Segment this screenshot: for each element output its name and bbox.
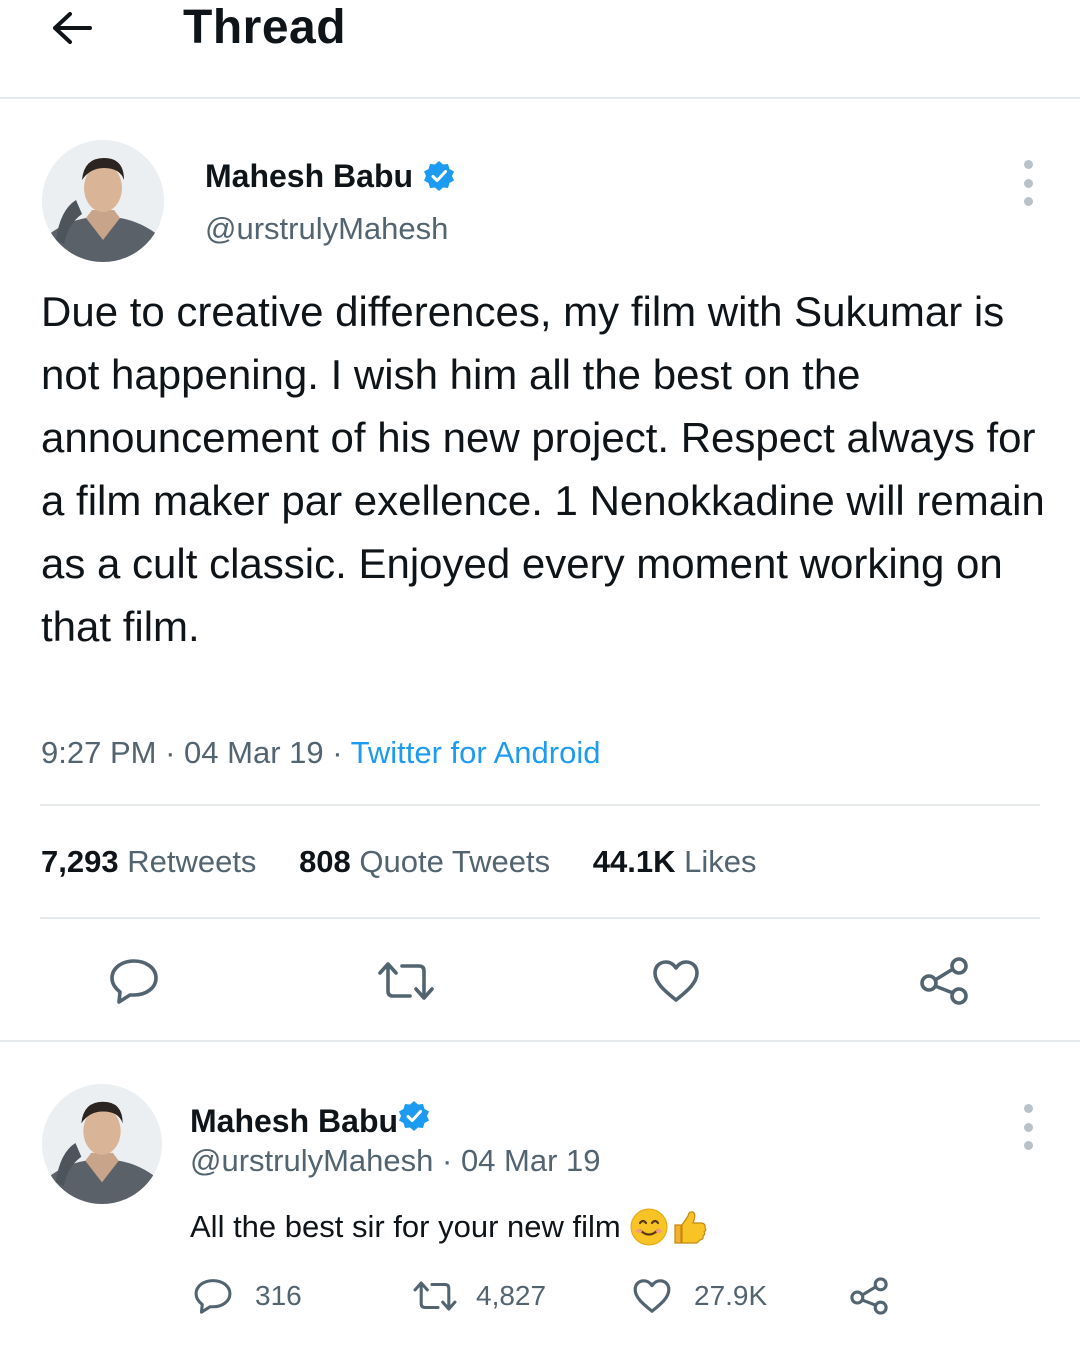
quotes-count: 808 (299, 844, 351, 879)
like-button[interactable] (646, 954, 706, 1008)
profile-photo (42, 1084, 162, 1204)
author-name[interactable]: Mahesh Babu (205, 156, 455, 196)
share-icon (850, 1277, 888, 1315)
retweets-label: Retweets (127, 844, 257, 879)
verified-badge-icon (423, 160, 455, 192)
tweet-meta: 9:27 PM · 04 Mar 19 · Twitter for Androi… (41, 732, 600, 774)
divider (40, 804, 1040, 806)
share-icon (920, 957, 968, 1005)
retweet-icon (413, 1281, 457, 1311)
page-title: Thread (183, 1, 347, 54)
reply-like-button[interactable]: 27.9K (632, 1273, 767, 1319)
thread-header: Thread (0, 0, 1080, 99)
like-count: 27.9K (694, 1280, 768, 1311)
tweet-source-link[interactable]: Twitter for Android (351, 735, 601, 770)
reply-icon (194, 1279, 232, 1314)
reply-text: All the best sir for your new film (190, 1206, 709, 1248)
retweet-button[interactable] (374, 954, 438, 1008)
reply-date: · 04 Mar 19 (433, 1143, 601, 1178)
reply-reply-button[interactable]: 316 (193, 1273, 302, 1319)
arrow-left-icon (53, 12, 92, 44)
reply-more-options-icon[interactable] (1018, 1104, 1038, 1150)
tweet-time: 9:27 PM (41, 735, 157, 770)
likes-count: 44.1K (592, 844, 676, 879)
profile-photo (42, 140, 164, 262)
author-handle[interactable]: @urstrulyMahesh (205, 209, 448, 249)
reply-handle[interactable]: @urstrulyMahesh (190, 1143, 433, 1178)
retweets-stat[interactable]: 7,293 Retweets (41, 840, 256, 884)
quote-tweets-stat[interactable]: 808 Quote Tweets (299, 840, 550, 884)
share-button[interactable] (914, 954, 974, 1008)
tweet-date: 04 Mar 19 (184, 735, 324, 770)
section-divider (0, 1040, 1080, 1042)
tweet-stats: 7,293 Retweets 808 Quote Tweets 44.1K Li… (41, 840, 757, 884)
like-icon (633, 1279, 671, 1313)
likes-label: Likes (684, 844, 757, 879)
smiling-face-icon (629, 1207, 669, 1247)
author-name-text: Mahesh Babu (205, 158, 414, 194)
reply-share-button[interactable] (848, 1273, 890, 1319)
quotes-label: Quote Tweets (359, 844, 551, 879)
retweet-icon (378, 962, 434, 1000)
tweet-text: Due to creative differences, my film wit… (41, 288, 1045, 650)
reply-avatar[interactable] (42, 1084, 162, 1204)
more-options-icon[interactable] (1018, 160, 1038, 206)
verified-badge-icon (398, 1100, 430, 1141)
back-button[interactable] (44, 6, 100, 50)
reply-retweet-button[interactable]: 4,827 (412, 1273, 546, 1319)
thumbs-up-icon (669, 1207, 709, 1247)
reply-author-name-text: Mahesh Babu (190, 1102, 399, 1139)
reply-text-content: All the best sir for your new film (190, 1209, 621, 1244)
retweets-count: 7,293 (41, 844, 119, 879)
retweet-count: 4,827 (476, 1280, 547, 1311)
reply-handle-line: @urstrulyMahesh · 04 Mar 19 (190, 1141, 601, 1181)
reply-count: 316 (255, 1280, 302, 1311)
reply-author-name[interactable]: Mahesh Babu (190, 1100, 430, 1141)
meta-separator: · (165, 735, 176, 770)
reply-button[interactable] (104, 954, 164, 1008)
likes-stat[interactable]: 44.1K Likes (593, 840, 757, 884)
like-icon (653, 960, 699, 1002)
avatar[interactable] (42, 140, 164, 262)
meta-separator: · (332, 735, 343, 770)
divider (40, 917, 1040, 919)
reply-icon (110, 959, 158, 1004)
